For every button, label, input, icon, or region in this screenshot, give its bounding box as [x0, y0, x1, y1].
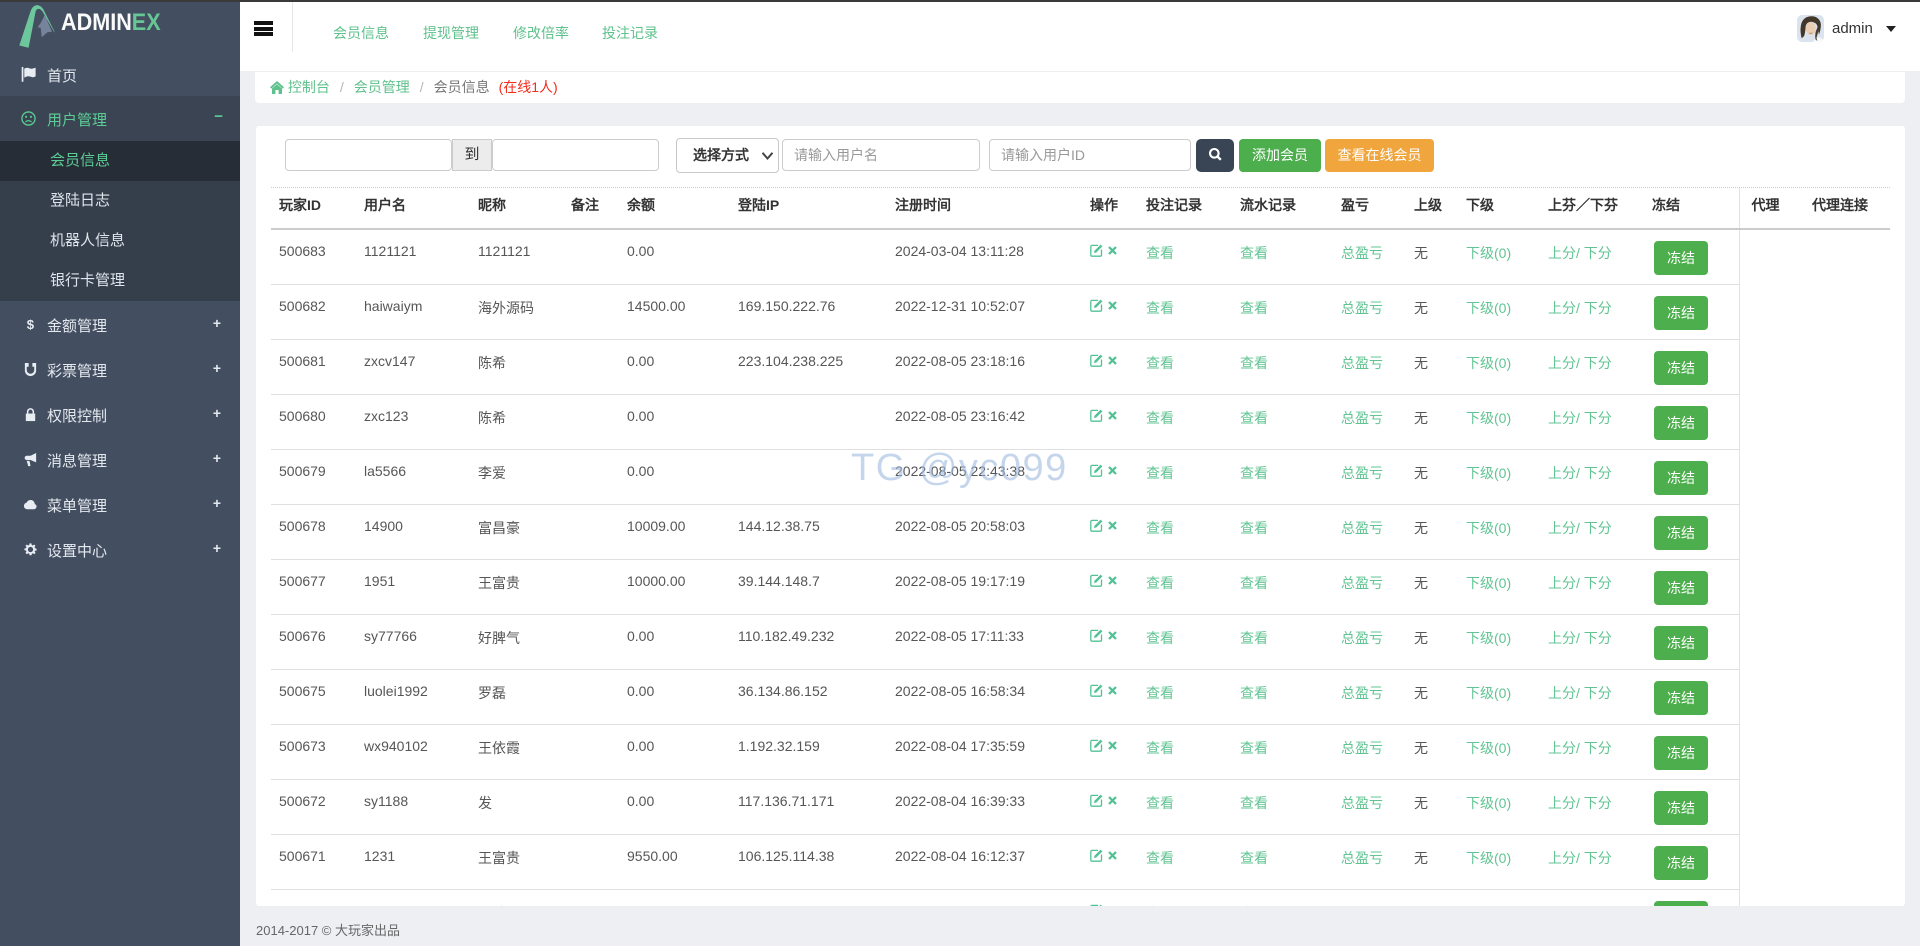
svg-text:$: $ — [27, 317, 35, 332]
